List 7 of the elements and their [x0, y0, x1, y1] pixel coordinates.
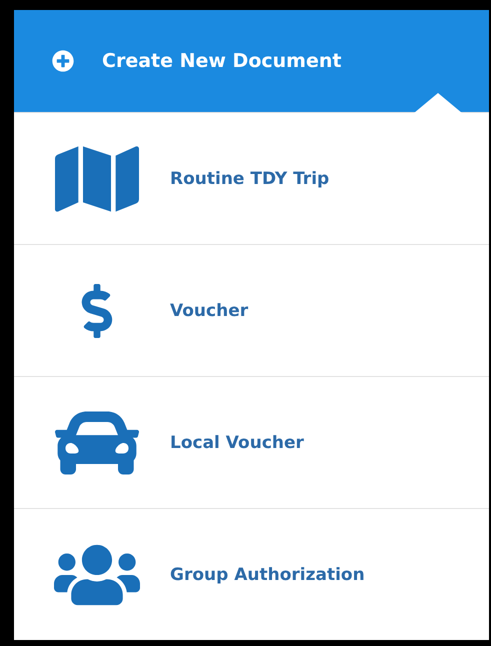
menu-item[interactable]: Routine TDY Trip: [14, 112, 489, 244]
menu-header[interactable]: Create New Document: [14, 10, 489, 112]
header-title: Create New Document: [102, 50, 342, 72]
menu-item[interactable]: Group Authorization: [14, 508, 489, 640]
menu-item[interactable]: Local Voucher: [14, 376, 489, 508]
menu-item[interactable]: Voucher: [14, 244, 489, 376]
pointer-notch: [414, 93, 462, 113]
